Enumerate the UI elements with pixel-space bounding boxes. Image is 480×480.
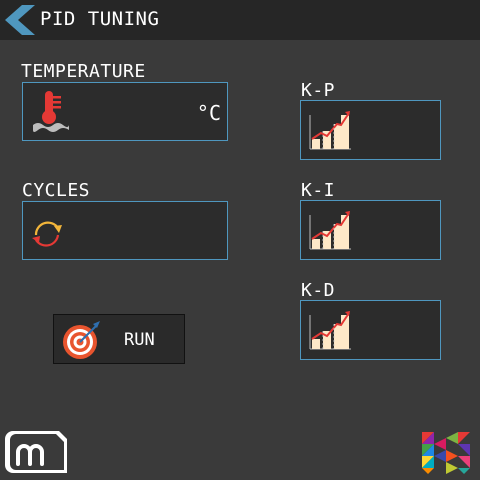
thermometer-icon	[33, 91, 69, 132]
temperature-label: TEMPERATURE	[21, 61, 146, 82]
temperature-field[interactable]: °C	[22, 82, 228, 141]
run-label: RUN	[124, 330, 155, 350]
bar-chart-icon	[309, 211, 351, 250]
temperature-unit: °C	[196, 101, 221, 125]
cycles-field[interactable]	[22, 201, 228, 260]
bar-chart-icon	[309, 311, 351, 350]
ki-label: K-I	[301, 180, 336, 201]
kd-field[interactable]	[300, 300, 441, 360]
bar-chart-icon	[309, 111, 351, 150]
ki-field[interactable]	[300, 200, 441, 260]
run-button[interactable]: RUN	[53, 314, 185, 364]
header-bar: PID TUNING	[0, 0, 480, 40]
kd-label: K-D	[301, 280, 336, 301]
k-logo	[422, 432, 470, 474]
cycles-label: CYCLES	[22, 180, 91, 201]
m-logo	[5, 431, 67, 473]
back-button[interactable]	[4, 4, 36, 36]
page-title: PID TUNING	[40, 8, 160, 30]
kp-field[interactable]	[300, 100, 441, 160]
back-arrow-icon	[5, 5, 35, 35]
target-icon	[63, 321, 100, 359]
cycle-icon	[32, 221, 62, 247]
kp-label: K-P	[301, 80, 336, 101]
